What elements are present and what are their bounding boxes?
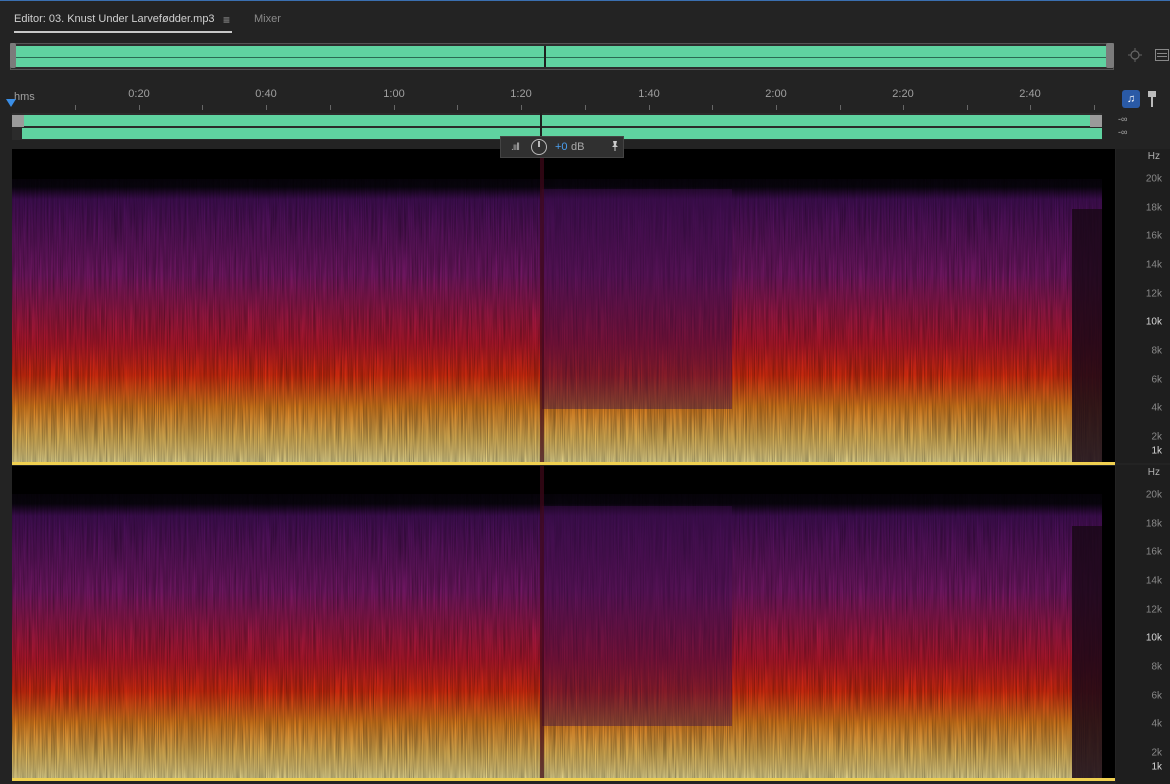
pin-icon[interactable] [610, 140, 620, 155]
frequency-label: 14k [1145, 259, 1162, 271]
fade-out-handle[interactable] [1090, 115, 1102, 127]
ruler-tick-label: 0:20 [128, 88, 150, 100]
frequency-label: 12k [1145, 288, 1162, 300]
spectrogram-channel-1[interactable] [12, 149, 1115, 463]
gain-knob[interactable] [531, 139, 547, 155]
zoom-icon[interactable] [1128, 48, 1142, 62]
frequency-label: 8k [1151, 345, 1162, 357]
ruler-minor-tick [585, 105, 586, 110]
ruler-major-tick [776, 105, 777, 110]
ruler-unit-label: hms [14, 91, 35, 103]
ruler-tick-label: 1:00 [383, 88, 405, 100]
channel-2-baseline [12, 778, 1115, 781]
frequency-axis-channel-1: Hz 20k 18k 16k 14k 12k 10k 8k 6k 4k 2k 1… [1116, 149, 1170, 463]
ruler-minor-tick [712, 105, 713, 110]
level-top-label: -∞ [1118, 114, 1128, 124]
frequency-label: 18k [1145, 518, 1162, 530]
overview-waveform [15, 46, 1109, 67]
ruler-minor-tick [457, 105, 458, 110]
ruler-minor-tick [1094, 105, 1095, 110]
ruler-major-tick [1030, 105, 1031, 110]
frequency-label: 18k [1145, 202, 1162, 214]
frequency-label: 1k [1151, 761, 1162, 773]
ruler-minor-tick [330, 105, 331, 110]
ruler-minor-tick [202, 105, 203, 110]
frequency-axis-channel-2: Hz 20k 18k 16k 14k 12k 10k 8k 6k 4k 2k 1… [1116, 465, 1170, 784]
frequency-label: 6k [1151, 374, 1162, 386]
tab-editor[interactable]: Editor: 03. Knust Under Larvefødder.mp3 [14, 13, 215, 25]
time-ruler[interactable]: hms 0:20 0:40 1:00 1:20 1:40 2:00 2:20 2… [10, 88, 1114, 110]
frequency-label: 20k [1145, 173, 1162, 185]
frequency-label: 20k [1145, 489, 1162, 501]
frequency-label: 4k [1151, 402, 1162, 414]
channel-1-baseline [12, 462, 1115, 465]
overview-right-handle[interactable] [1106, 43, 1114, 68]
ruler-tick-label: 2:00 [765, 88, 787, 100]
level-meter-icon: .ııll [511, 142, 520, 153]
spectrogram-channel-2[interactable] [12, 466, 1115, 779]
playhead-marker[interactable] [6, 99, 16, 107]
ruler-tick-label: 1:40 [638, 88, 660, 100]
ruler-minor-tick [967, 105, 968, 110]
gain-unit: dB [571, 141, 585, 153]
frequency-label: 2k [1151, 431, 1162, 443]
frequency-label: 1k [1151, 445, 1162, 457]
frequency-label: 16k [1145, 546, 1162, 558]
waveform-channel-left [22, 115, 1102, 126]
frequency-label: 6k [1151, 690, 1162, 702]
ruler-major-tick [649, 105, 650, 110]
overview-playhead [544, 46, 546, 67]
fade-in-handle[interactable] [12, 115, 24, 127]
frequency-unit-label: Hz [1147, 151, 1160, 162]
panel-menu-icon[interactable] [1155, 49, 1169, 61]
tab-editor-underline [14, 31, 232, 33]
ruler-tick-label: 2:40 [1019, 88, 1041, 100]
gain-value[interactable]: +0 [555, 141, 568, 153]
editor-tab-bar: Editor: 03. Knust Under Larvefødder.mp3 … [0, 0, 1170, 39]
overview-navigator[interactable] [10, 43, 1114, 70]
ruler-tick-label: 2:20 [892, 88, 914, 100]
frequency-label: 10k [1145, 316, 1162, 328]
frequency-label: 2k [1151, 747, 1162, 759]
frequency-label: 14k [1145, 575, 1162, 587]
marker-pin-icon[interactable] [1147, 90, 1157, 108]
tab-menu-icon[interactable]: ≡ [223, 13, 230, 27]
ruler-major-tick [903, 105, 904, 110]
frequency-label: 8k [1151, 661, 1162, 673]
ruler-major-tick [521, 105, 522, 110]
frequency-label: 10k [1145, 632, 1162, 644]
ruler-tick-label: 1:20 [510, 88, 532, 100]
overview-left-handle[interactable] [10, 43, 16, 68]
frequency-label: 16k [1145, 230, 1162, 242]
ruler-major-tick [266, 105, 267, 110]
ruler-minor-tick [840, 105, 841, 110]
ruler-major-tick [139, 105, 140, 110]
tab-mixer[interactable]: Mixer [254, 13, 281, 25]
ruler-major-tick [394, 105, 395, 110]
ruler-tick-label: 0:40 [255, 88, 277, 100]
frequency-unit-label: Hz [1147, 467, 1160, 478]
frequency-label: 12k [1145, 604, 1162, 616]
headphone-icon[interactable]: ♫ [1122, 90, 1140, 108]
overview-center-line [15, 57, 1109, 58]
ruler-minor-tick [75, 105, 76, 110]
frequency-label: 4k [1151, 718, 1162, 730]
level-bottom-label: -∞ [1118, 127, 1128, 137]
hud-gain-control[interactable]: .ııll +0 dB [500, 136, 624, 158]
